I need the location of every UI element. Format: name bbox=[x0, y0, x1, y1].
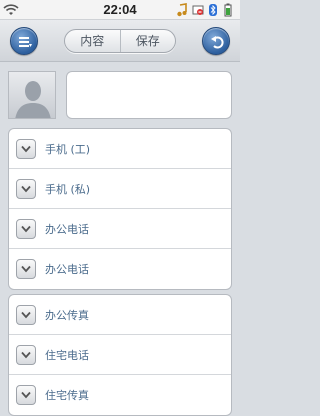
phone-fields-group: 手机 (工) 手机 (私) 办公电话 办公电话 bbox=[8, 128, 232, 290]
battery-icon bbox=[224, 3, 232, 17]
person-silhouette-icon bbox=[15, 81, 51, 118]
field-label: 办公传真 bbox=[45, 309, 89, 322]
field-row-home-phone[interactable]: 住宅电话 bbox=[9, 335, 231, 375]
chevron-down-icon bbox=[21, 391, 31, 399]
status-time: 22:04 bbox=[103, 2, 137, 17]
field-row-office-fax[interactable]: 办公传真 bbox=[9, 295, 231, 335]
field-label: 手机 (工) bbox=[45, 143, 91, 156]
content-save-segmented-control: 内容 保存 bbox=[64, 29, 176, 53]
undo-arrow-icon bbox=[211, 36, 224, 49]
contact-header bbox=[0, 62, 240, 126]
tab-save[interactable]: 保存 bbox=[119, 30, 176, 52]
name-field[interactable] bbox=[66, 71, 232, 119]
field-label: 办公电话 bbox=[45, 223, 89, 236]
mail-blocked-icon bbox=[192, 5, 204, 15]
toolbar: 内容 保存 bbox=[0, 20, 240, 62]
tab-content[interactable]: 内容 bbox=[65, 30, 120, 52]
field-type-dropdown-button[interactable] bbox=[16, 259, 36, 279]
chevron-down-icon bbox=[21, 265, 31, 273]
field-type-dropdown-button[interactable] bbox=[16, 305, 36, 325]
field-type-dropdown-button[interactable] bbox=[16, 219, 36, 239]
field-row-mobile-work[interactable]: 手机 (工) bbox=[9, 129, 231, 169]
chevron-down-icon bbox=[21, 225, 31, 233]
menu-button[interactable] bbox=[10, 27, 38, 55]
field-type-dropdown-button[interactable] bbox=[16, 385, 36, 405]
field-label: 住宅传真 bbox=[45, 389, 89, 402]
music-note-icon bbox=[177, 3, 187, 17]
chevron-down-icon bbox=[21, 351, 31, 359]
field-label: 手机 (私) bbox=[45, 183, 91, 196]
field-row-office-phone-1[interactable]: 办公电话 bbox=[9, 209, 231, 249]
field-type-dropdown-button[interactable] bbox=[16, 179, 36, 199]
chevron-down-icon bbox=[21, 145, 31, 153]
status-bar: 22:04 bbox=[0, 0, 240, 20]
chevron-down-icon bbox=[21, 185, 31, 193]
back-button[interactable] bbox=[202, 27, 230, 55]
field-label: 办公电话 bbox=[45, 263, 89, 276]
field-type-dropdown-button[interactable] bbox=[16, 139, 36, 159]
chevron-down-icon bbox=[21, 311, 31, 319]
avatar[interactable] bbox=[8, 71, 56, 119]
field-row-home-fax[interactable]: 住宅传真 bbox=[9, 375, 231, 415]
field-label: 住宅电话 bbox=[45, 349, 89, 362]
list-menu-icon bbox=[19, 37, 32, 47]
field-row-mobile-private[interactable]: 手机 (私) bbox=[9, 169, 231, 209]
field-row-office-phone-2[interactable]: 办公电话 bbox=[9, 249, 231, 289]
field-type-dropdown-button[interactable] bbox=[16, 345, 36, 365]
bluetooth-icon bbox=[209, 4, 217, 16]
fax-home-fields-group: 办公传真 住宅电话 住宅传真 bbox=[8, 294, 232, 416]
